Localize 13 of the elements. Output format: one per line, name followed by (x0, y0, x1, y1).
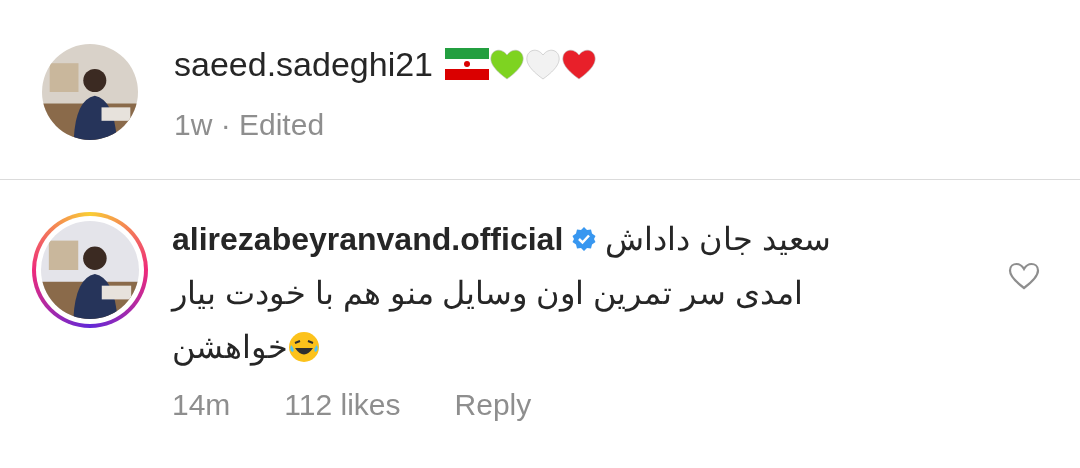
comment-time: 14m (172, 387, 231, 423)
heart-icon[interactable] (1008, 260, 1040, 292)
username-link[interactable]: saeed.sadeghi21 (174, 44, 433, 84)
comment-text: خواهشن (172, 328, 288, 368)
flag-icon (445, 48, 489, 80)
comment-text: سعید جان داداش (605, 220, 832, 260)
heart-icon (525, 47, 561, 81)
heart-icon (489, 47, 525, 81)
laughing-emoji-icon (288, 331, 320, 363)
post-meta: 1w · Edited (174, 107, 326, 143)
heart-icon (561, 47, 597, 81)
username-link[interactable]: alirezabeyranvand.official (172, 212, 564, 266)
comment-text: امدی سر تمرین اون وسایل منو هم با خودت بیار (172, 274, 803, 314)
